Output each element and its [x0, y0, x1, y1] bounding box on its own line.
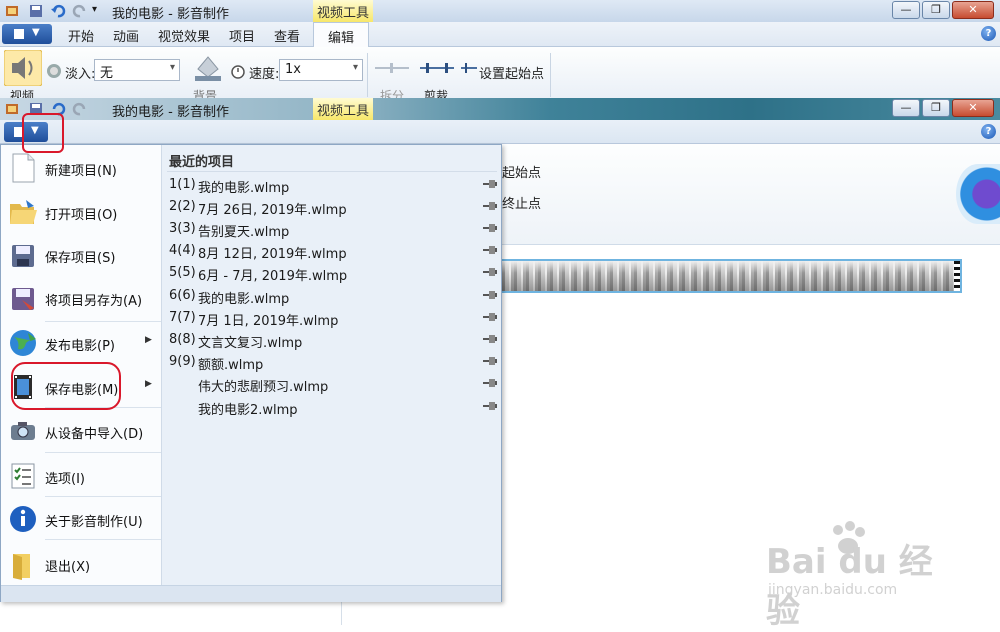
recent-item[interactable]: 5(5) 6月 - 7月, 2019年.wlmp	[169, 262, 499, 284]
title-bar-front: 我的电影 - 影音制作 视频工具 — ❐ ✕	[0, 98, 1000, 120]
close-button-front[interactable]: ✕	[952, 99, 994, 117]
help-icon-front[interactable]: ?	[981, 124, 996, 139]
recent-item[interactable]: 1(1) 我的电影.wlmp	[169, 174, 499, 196]
speed-dropdown[interactable]: 1x	[279, 59, 363, 81]
recent-item[interactable]: 我的电影2.wlmp	[169, 396, 499, 418]
pin-icon[interactable]	[483, 180, 497, 188]
save-as-icon	[12, 288, 34, 310]
recent-item[interactable]: 伟大的悲剧预习.wlmp	[169, 373, 499, 395]
help-icon[interactable]: ?	[981, 26, 996, 41]
save-quick-icon[interactable]	[28, 3, 44, 19]
recent-item[interactable]: 2(2) 7月 26日, 2019年.wlmp	[169, 196, 499, 218]
ribbon-tab-bar-back: ▼ 开始 动画 视觉效果 项目 查看 编辑 ?	[0, 22, 1000, 48]
fade-in-icon	[47, 64, 61, 78]
pin-icon[interactable]	[483, 246, 497, 254]
quick-access-dropdown-icon[interactable]: ▾	[92, 4, 108, 20]
background-color-icon[interactable]	[193, 53, 223, 81]
pin-icon[interactable]	[483, 202, 497, 210]
watermark-url: jingyan.baidu.com	[768, 582, 898, 598]
pin-icon[interactable]	[483, 268, 497, 276]
open-folder-icon	[10, 200, 37, 224]
film-sprocket	[954, 261, 960, 291]
tab-visual-effects[interactable]: 视觉效果	[158, 26, 210, 45]
undo-icon[interactable]	[50, 3, 66, 19]
menu-save-project-as[interactable]: 将项目另存为(A)	[1, 276, 162, 320]
globe-publish-icon	[10, 330, 36, 356]
checklist-icon	[11, 463, 35, 489]
title-bar-back: ▾ 我的电影 - 影音制作 视频工具 — ❐ ✕	[0, 0, 1000, 22]
submenu-arrow-icon: ▶	[145, 379, 152, 389]
menu-about[interactable]: 关于影音制作(U)	[1, 497, 162, 541]
tab-animations[interactable]: 动画	[113, 26, 139, 45]
annotation-save-movie-highlight	[11, 362, 121, 410]
menu-exit[interactable]: 退出(X)	[1, 542, 162, 586]
minimize-button-front[interactable]: —	[892, 99, 920, 117]
window-title: 我的电影 - 影音制作	[112, 7, 229, 22]
recent-item[interactable]: 4(4) 8月 12日, 2019年.wlmp	[169, 240, 499, 262]
camera-import-icon	[11, 422, 35, 440]
tab-view[interactable]: 查看	[274, 26, 300, 45]
tab-edit[interactable]: 编辑	[313, 22, 370, 48]
fade-in-dropdown[interactable]: 无	[94, 59, 180, 81]
redo-icon-front[interactable]	[72, 101, 88, 117]
pin-icon[interactable]	[483, 402, 497, 410]
recent-projects-panel: 最近的项目 1(1) 我的电影.wlmp 2(2) 7月 26日, 2019年.wl…	[163, 145, 501, 585]
set-start-point-icon	[461, 63, 477, 73]
exit-folder-icon	[13, 554, 30, 580]
ribbon-tab-bar-front: ▼ ?	[0, 120, 1000, 144]
maximize-button-front[interactable]: ❐	[922, 99, 950, 117]
redo-icon[interactable]	[72, 3, 88, 19]
pin-icon[interactable]	[483, 291, 497, 299]
close-button[interactable]: ✕	[952, 1, 994, 19]
menu-open-project[interactable]: 打开项目(O)	[1, 190, 162, 234]
video-volume-icon[interactable]	[4, 50, 42, 86]
recent-item[interactable]: 7(7) 7月 1日, 2019年.wlmp	[169, 307, 499, 329]
recent-projects-title: 最近的项目	[169, 155, 235, 170]
tab-home[interactable]: 开始	[68, 26, 94, 45]
info-icon	[10, 506, 36, 532]
set-start-point-button[interactable]: 设置起始点	[479, 63, 544, 82]
menu-options[interactable]: 选项(I)	[1, 454, 162, 498]
tab-project[interactable]: 项目	[229, 26, 255, 45]
pin-icon[interactable]	[483, 313, 497, 321]
file-menu-button-back[interactable]: ▼	[2, 24, 52, 44]
baidu-watermark: Bai du 经验 jingyan.baidu.com	[766, 520, 966, 631]
video-tools-context-tab: 视频工具	[313, 0, 374, 22]
set-start-point-partial[interactable]: 起始点	[502, 162, 541, 181]
pin-icon[interactable]	[483, 335, 497, 343]
ribbon-edit-back: 视频 淡入: 无 背景 速度: 1x 拆分 剪裁 设置起始点	[0, 47, 1000, 155]
submenu-arrow-icon: ▶	[145, 335, 152, 345]
set-end-point-partial[interactable]: 终止点	[502, 193, 541, 212]
menu-import-from-device[interactable]: 从设备中导入(D)	[1, 409, 162, 453]
recent-item[interactable]: 3(3) 告别夏天.wlmp	[169, 218, 499, 240]
pin-icon[interactable]	[483, 379, 497, 387]
trim-tool-icon[interactable]	[420, 63, 454, 73]
split-icon[interactable]	[375, 63, 409, 73]
window-title-front: 我的电影 - 影音制作	[112, 105, 229, 120]
menu-save-project[interactable]: 保存项目(S)	[1, 233, 162, 277]
file-menu-footer	[1, 585, 501, 602]
menu-publish-movie[interactable]: 发布电影(P) ▶	[1, 321, 162, 365]
recent-item[interactable]: 6(6) 我的电影.wlmp	[169, 285, 499, 307]
app-icon	[6, 6, 18, 16]
maximize-button[interactable]: ❐	[922, 1, 950, 19]
fade-in-label: 淡入:	[65, 67, 96, 82]
recent-item[interactable]: 8(8) 文言文复习.wlmp	[169, 329, 499, 351]
annotation-file-button-highlight	[22, 113, 64, 153]
speed-label: 速度:	[249, 67, 280, 82]
video-timeline-clip[interactable]	[500, 259, 962, 293]
new-doc-icon	[12, 153, 35, 183]
movie-maker-logo	[956, 164, 1000, 224]
app-icon-front	[6, 104, 18, 114]
minimize-button[interactable]: —	[892, 1, 920, 19]
speed-stopwatch-icon	[231, 65, 245, 79]
pin-icon[interactable]	[483, 224, 497, 232]
recent-item[interactable]: 9(9) 额额.wlmp	[169, 351, 499, 373]
video-tools-context-tab-front: 视频工具	[313, 98, 374, 120]
save-disk-icon	[12, 245, 34, 267]
pin-icon[interactable]	[483, 357, 497, 365]
